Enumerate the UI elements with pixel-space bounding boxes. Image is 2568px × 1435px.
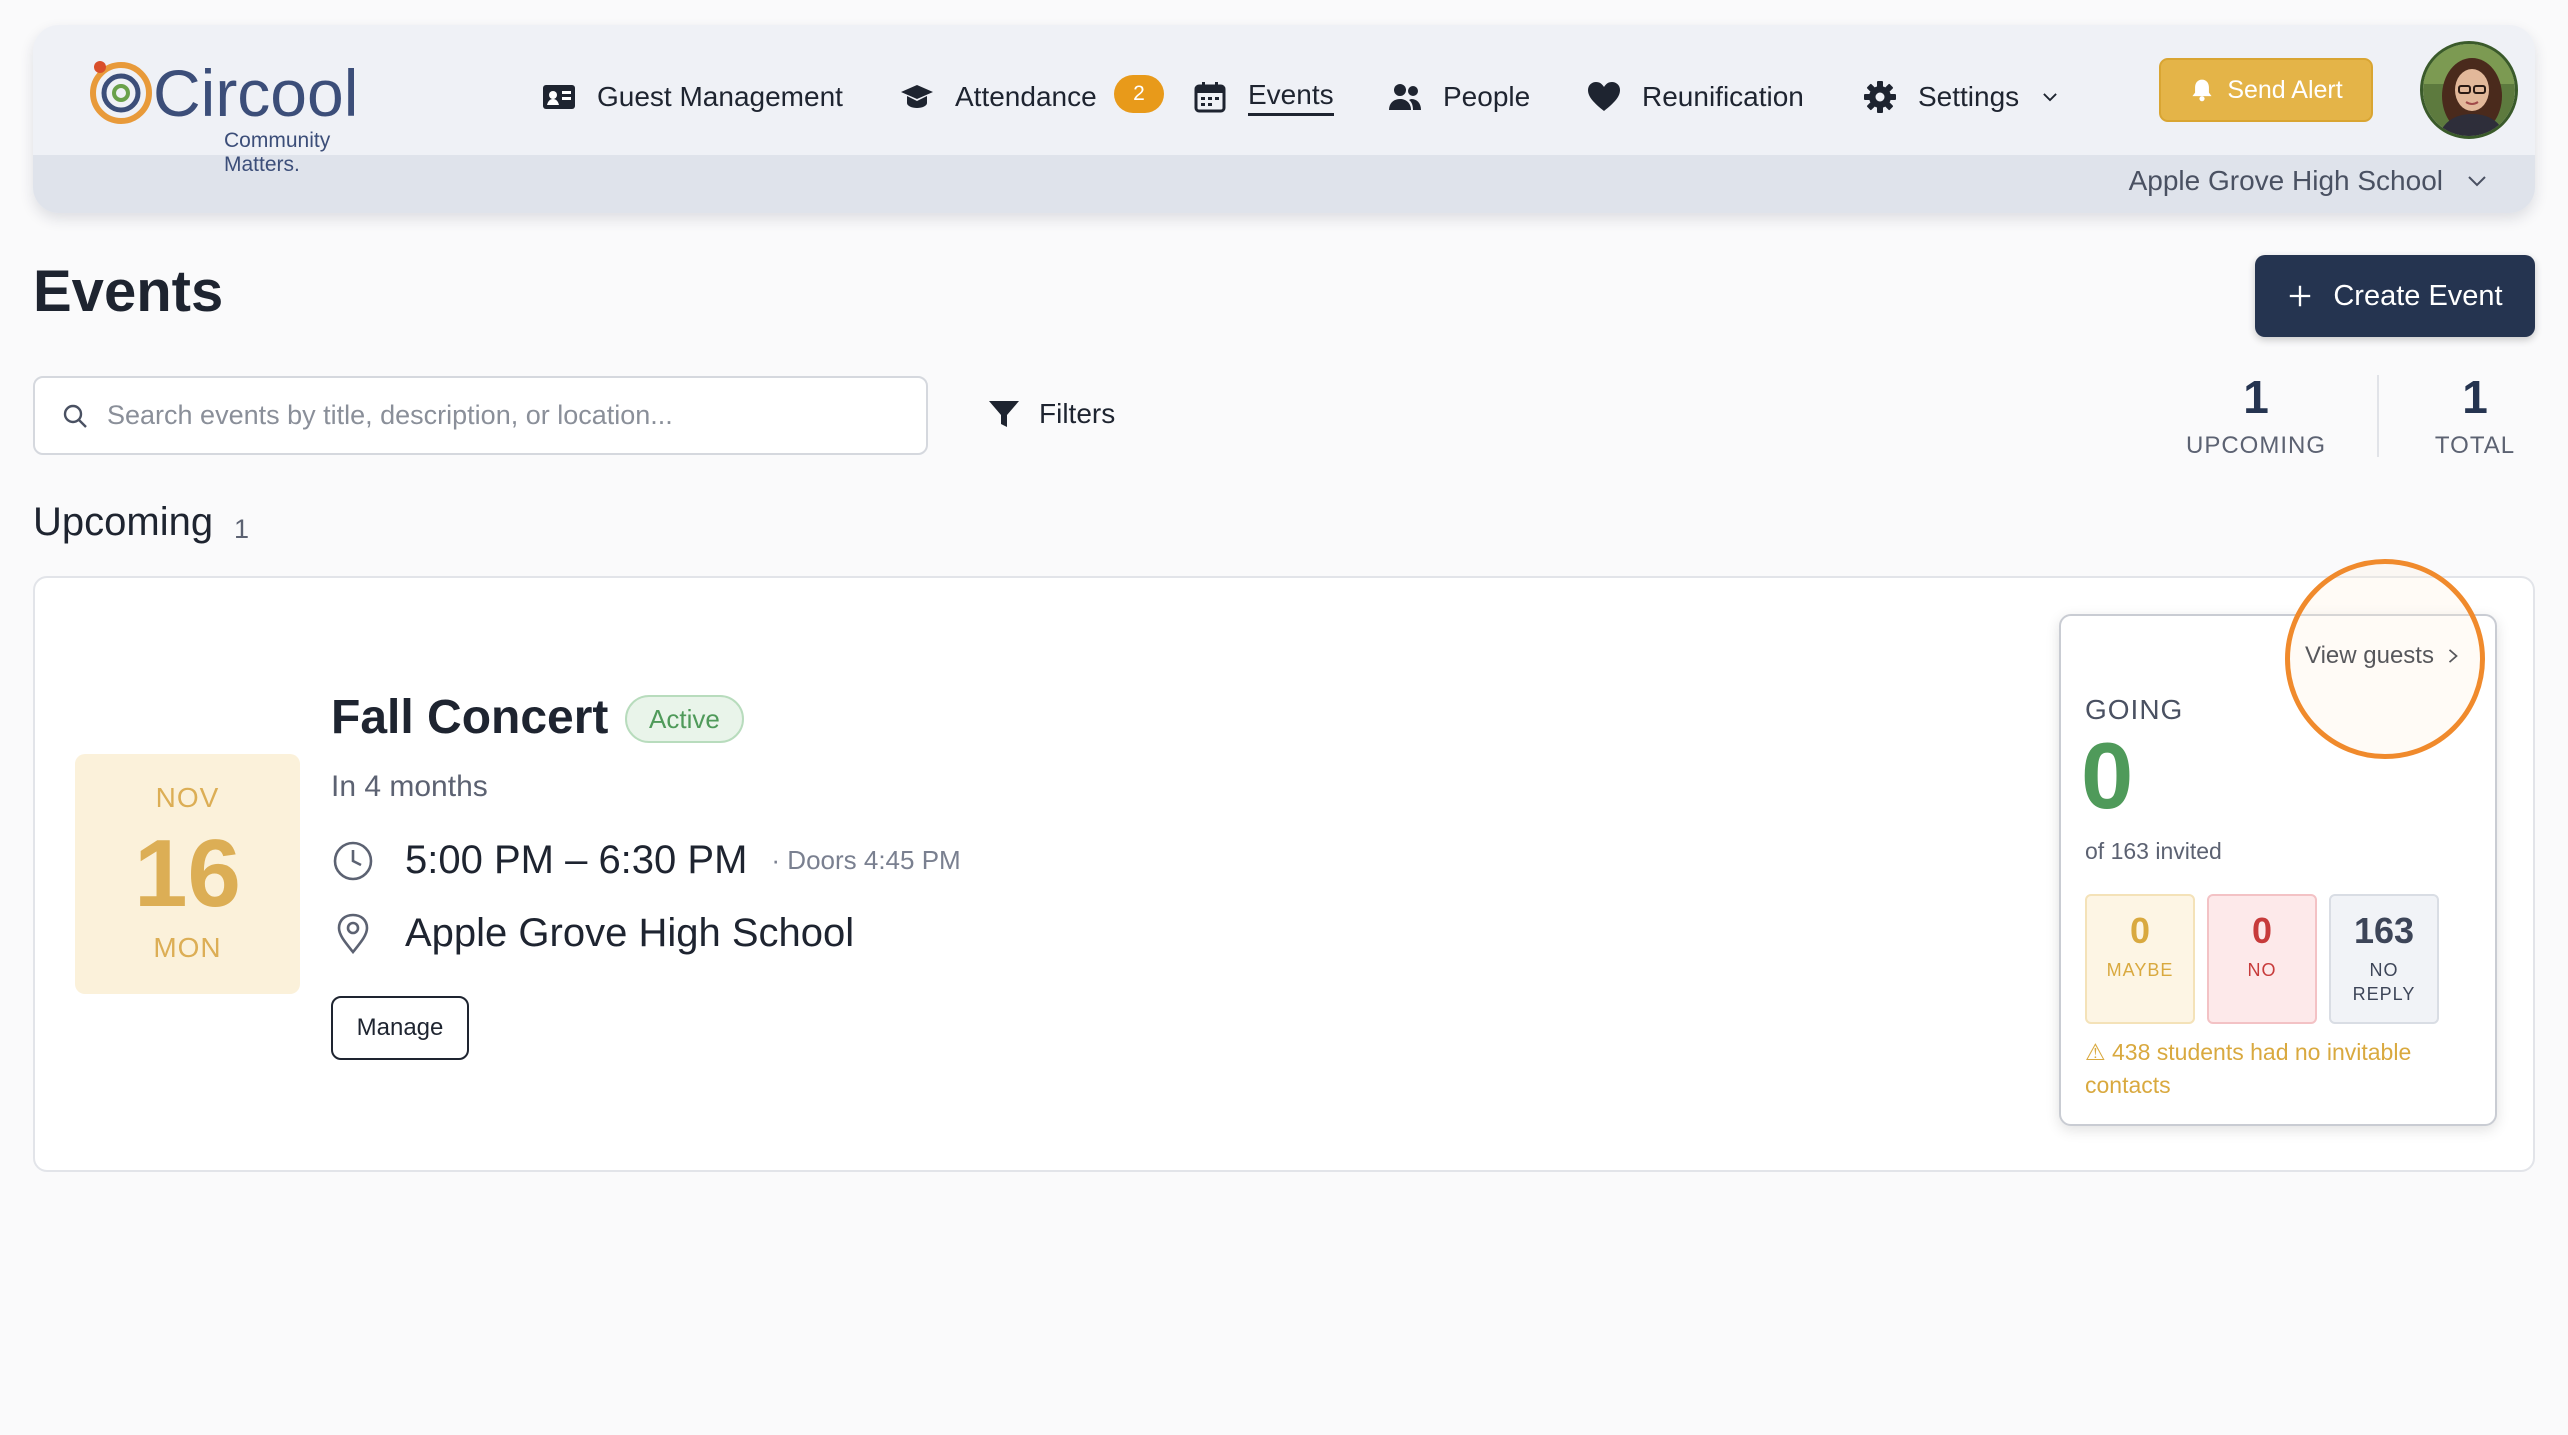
nav-guest-management[interactable]: Guest Management — [541, 77, 843, 117]
chevron-down-icon — [2468, 176, 2486, 187]
nav-label: Reunification — [1642, 81, 1804, 112]
no-reply-label-line2: REPLY — [2352, 984, 2416, 1004]
event-date-box: NOV 16 MON — [75, 754, 300, 994]
send-alert-label: Send Alert — [2227, 75, 2343, 104]
school-name: Apple Grove High School — [2128, 165, 2443, 196]
funnel-icon — [989, 401, 1019, 427]
event-location: Apple Grove High School — [405, 911, 855, 955]
nav-events[interactable]: Events — [1192, 77, 1334, 117]
chevron-down-icon — [2043, 93, 2057, 102]
total-count: 1 — [2462, 371, 2488, 423]
event-time: 5:00 PM – 6:30 PM — [405, 838, 748, 882]
event-card[interactable]: NOV 16 MON Fall Concert Active In 4 mont… — [33, 576, 2535, 1172]
manage-button[interactable]: Manage — [331, 996, 469, 1060]
nav-reunification[interactable]: Reunification — [1586, 77, 1804, 117]
event-month: NOV — [155, 782, 220, 813]
no-reply-count: 163 — [2353, 910, 2415, 951]
gear-icon — [1864, 81, 1896, 113]
no-label: NO — [2247, 960, 2277, 980]
section-count: 1 — [234, 514, 250, 544]
nav-label: Guest Management — [597, 81, 843, 112]
graduation-cap-icon — [901, 85, 933, 108]
heart-icon — [1588, 82, 1620, 111]
highlight-ring — [2285, 559, 2485, 759]
upcoming-count: 1 — [2243, 371, 2269, 423]
user-photo — [2423, 44, 2515, 136]
filters-button[interactable]: Filters — [987, 397, 1115, 431]
event-relative-time: In 4 months — [331, 770, 488, 803]
event-time-row: 5:00 PM – 6:30 PM · Doors 4:45 PM — [331, 838, 961, 883]
no-reply-label: NO REPLY — [2331, 958, 2437, 1006]
app-logo[interactable]: Circool Community Matters. — [81, 39, 411, 176]
plus-icon — [2290, 285, 2311, 307]
event-location-row: Apple Grove High School — [331, 911, 854, 956]
nav-label: People — [1443, 81, 1531, 112]
event-doors-time: · Doors 4:45 PM — [771, 845, 961, 875]
no-count-box: 0 NO — [2207, 894, 2317, 1024]
logo-name: Circool — [153, 56, 359, 130]
stat-divider — [2377, 375, 2379, 457]
no-reply-count-box: 163 NO REPLY — [2329, 894, 2439, 1024]
top-navigation-bar: Circool Community Matters. Guest Managem… — [33, 25, 2535, 213]
send-alert-button[interactable]: Send Alert — [2159, 58, 2373, 122]
filters-label: Filters — [1039, 398, 1116, 429]
attendance-count-badge: 2 — [1114, 75, 1164, 113]
nav-settings[interactable]: Settings — [1862, 77, 2061, 117]
bell-icon — [2192, 79, 2212, 102]
logo-mark-icon — [90, 61, 152, 124]
maybe-label: MAYBE — [2106, 960, 2174, 980]
maybe-count: 0 — [2129, 910, 2151, 951]
upcoming-label: UPCOMING — [2186, 432, 2326, 459]
clock-icon — [333, 841, 373, 880]
nav-people[interactable]: People — [1387, 77, 1530, 117]
no-count: 0 — [2251, 910, 2273, 951]
upcoming-stat: 1 UPCOMING — [2186, 370, 2326, 460]
create-event-button[interactable]: Create Event — [2255, 255, 2535, 337]
total-label: TOTAL — [2434, 432, 2516, 459]
total-stat: 1 TOTAL — [2420, 370, 2530, 460]
nav-label: Attendance — [955, 81, 1097, 112]
maybe-count-box: 0 MAYBE — [2085, 894, 2195, 1024]
nav-label: Events — [1248, 79, 1334, 116]
invited-count: of 163 invited — [2085, 838, 2222, 864]
logo-tagline: Community Matters. — [224, 129, 331, 176]
nav-attendance[interactable]: Attendance — [899, 77, 1097, 117]
id-card-icon — [543, 85, 575, 109]
page-title: Events — [33, 259, 224, 324]
no-reply-label-line1: NO — [2369, 960, 2399, 980]
status-badge: Active — [625, 695, 744, 743]
search-icon — [63, 404, 87, 428]
school-selector[interactable]: Apple Grove High School — [2129, 165, 2489, 197]
search-box[interactable] — [33, 376, 928, 455]
calendar-icon — [1194, 82, 1226, 113]
section-title: Upcoming — [33, 500, 214, 544]
map-pin-icon — [337, 913, 369, 954]
user-avatar[interactable] — [2420, 41, 2518, 139]
event-weekday: MON — [153, 932, 222, 963]
no-contacts-warning: ⚠ 438 students had no invitable contacts — [2085, 1039, 2412, 1098]
nav-label: Settings — [1918, 81, 2020, 112]
people-icon — [1389, 84, 1421, 110]
event-title[interactable]: Fall Concert — [331, 690, 608, 745]
event-day: 16 — [134, 820, 241, 927]
create-event-label: Create Event — [2333, 279, 2503, 312]
search-input[interactable] — [107, 400, 887, 431]
going-count: 0 — [2081, 723, 2134, 828]
